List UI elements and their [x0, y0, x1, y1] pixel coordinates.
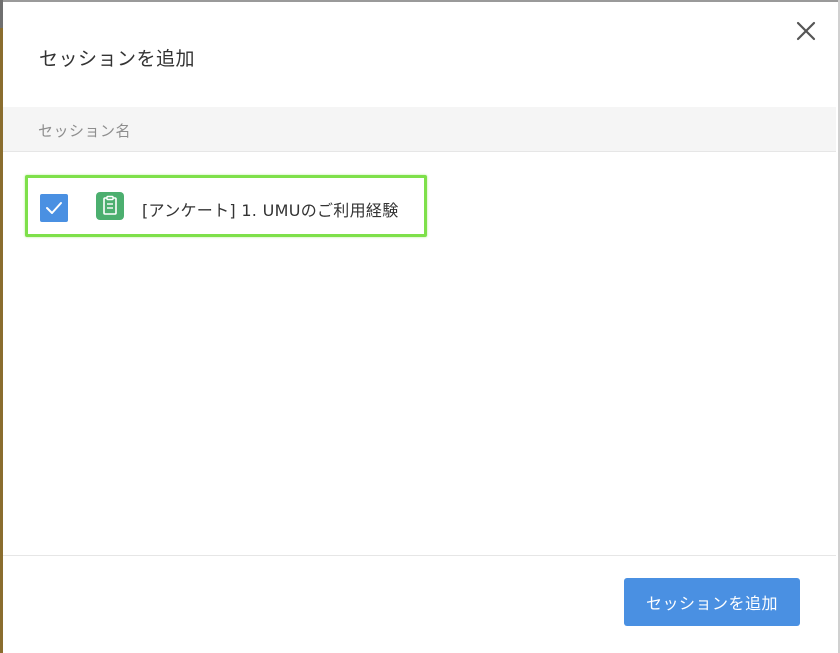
add-session-dialog: セッションを追加 セッション名 [アンケート] 1. UMUのご利用経験 セッシ…	[3, 2, 836, 653]
footer-divider	[3, 555, 836, 556]
dialog-title: セッションを追加	[39, 48, 196, 70]
session-checkbox[interactable]	[40, 194, 68, 222]
table-header: セッション名	[3, 107, 836, 152]
add-session-button[interactable]: セッションを追加	[624, 578, 800, 626]
close-button[interactable]	[791, 16, 821, 46]
session-name: [アンケート] 1. UMUのご利用経験	[142, 201, 399, 220]
column-header-session-name: セッション名	[38, 122, 132, 140]
survey-icon	[96, 192, 124, 220]
session-list-item[interactable]: [アンケート] 1. UMUのご利用経験	[25, 175, 427, 237]
checkmark-icon	[46, 202, 62, 214]
close-icon	[796, 21, 816, 41]
window-frame: セッションを追加 セッション名 [アンケート] 1. UMUのご利用経験 セッシ…	[0, 0, 840, 653]
